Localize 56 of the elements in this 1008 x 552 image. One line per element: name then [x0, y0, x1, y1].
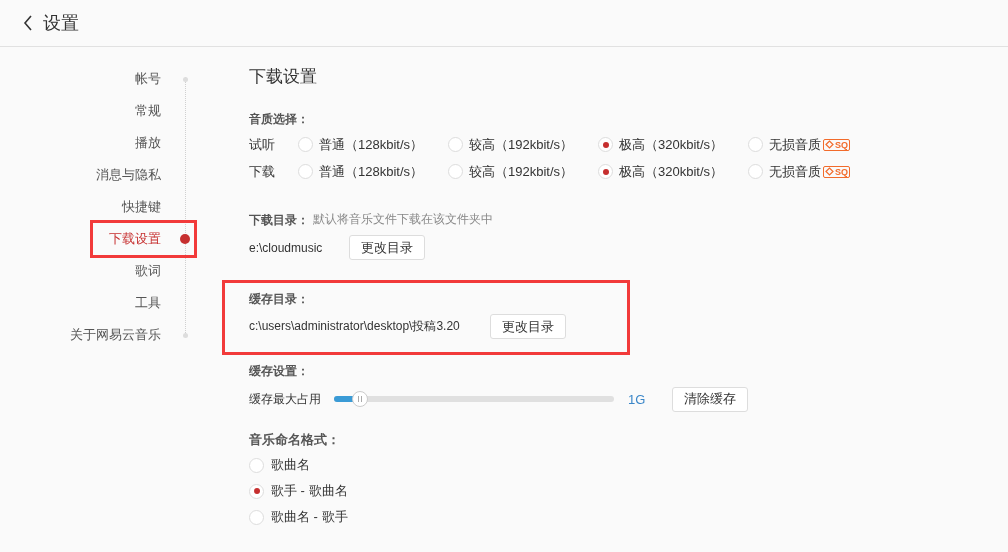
row-label: 试听: [249, 135, 276, 154]
field-label: 缓存设置：: [249, 363, 310, 379]
sidebar-item[interactable]: 快捷键: [122, 198, 161, 216]
radio-button[interactable]: [298, 164, 313, 179]
back-icon[interactable]: [23, 15, 33, 31]
section-title: 下载设置: [249, 67, 318, 87]
field-label: 音乐命名格式：: [249, 432, 341, 448]
rail-dot-icon: [183, 332, 188, 338]
hint-text: 默认将音乐文件下载在该文件夹中: [313, 211, 493, 228]
sidebar-item[interactable]: 播放: [135, 134, 161, 152]
sidebar-item[interactable]: 关于网易云音乐: [70, 326, 161, 344]
radio-button[interactable]: [598, 164, 613, 179]
change-folder-button[interactable]: 更改目录: [490, 314, 566, 339]
sidebar-item[interactable]: 帐号: [135, 70, 161, 88]
radio-button[interactable]: [598, 137, 613, 152]
radio-button[interactable]: [298, 137, 313, 152]
sidebar-item[interactable]: 消息与隐私: [96, 166, 161, 184]
option-label: 无损音质: [769, 135, 821, 154]
sidebar-item[interactable]: 下载设置: [109, 230, 161, 248]
folder-path: c:\users\administrator\desktop\投稿3.20: [249, 318, 461, 335]
rail-dot-icon: [183, 76, 188, 82]
cache-size-slider[interactable]: [334, 391, 614, 407]
option-label: 普通（128kbit/s）: [319, 162, 424, 181]
option-label: 较高（192kbit/s）: [469, 135, 574, 154]
clear-cache-button[interactable]: 清除缓存: [672, 386, 748, 412]
slider-handle[interactable]: [351, 391, 368, 407]
option-label: 歌曲名: [271, 456, 310, 474]
radio-button[interactable]: [448, 137, 463, 152]
page-header-title: 设置: [43, 12, 79, 35]
quality-badge: SQ: [823, 138, 850, 151]
folder-path: e:\cloudmusic: [249, 240, 324, 255]
field-label: 音质选择：: [249, 111, 310, 127]
slider-label: 缓存最大占用: [249, 390, 322, 408]
option-label: 歌手 - 歌曲名: [271, 482, 348, 500]
field-label: 下载目录：: [249, 211, 309, 228]
option-label: 普通（128kbit/s）: [319, 135, 424, 154]
radio-button[interactable]: [748, 137, 763, 152]
change-folder-button[interactable]: 更改目录: [349, 235, 425, 260]
selected-dot-icon: [180, 234, 190, 244]
radio-button[interactable]: [249, 509, 264, 525]
radio-button[interactable]: [748, 164, 763, 179]
quality-badge: SQ: [823, 165, 850, 178]
radio-button[interactable]: [249, 483, 264, 499]
sidebar-item[interactable]: 常规: [135, 102, 161, 120]
field-label: 缓存目录：: [249, 291, 310, 307]
option-label: 歌曲名 - 歌手: [271, 508, 348, 526]
option-label: 极高（320kbit/s）: [619, 162, 724, 181]
option-label: 无损音质: [769, 162, 821, 181]
radio-button[interactable]: [448, 164, 463, 179]
sidebar-item[interactable]: 歌词: [135, 262, 161, 280]
slider-value: 1G: [628, 391, 647, 407]
option-label: 较高（192kbit/s）: [469, 162, 574, 181]
sidebar-item[interactable]: 工具: [135, 294, 161, 312]
radio-button[interactable]: [249, 457, 264, 473]
option-label: 极高（320kbit/s）: [619, 135, 724, 154]
row-label: 下载: [249, 162, 276, 181]
